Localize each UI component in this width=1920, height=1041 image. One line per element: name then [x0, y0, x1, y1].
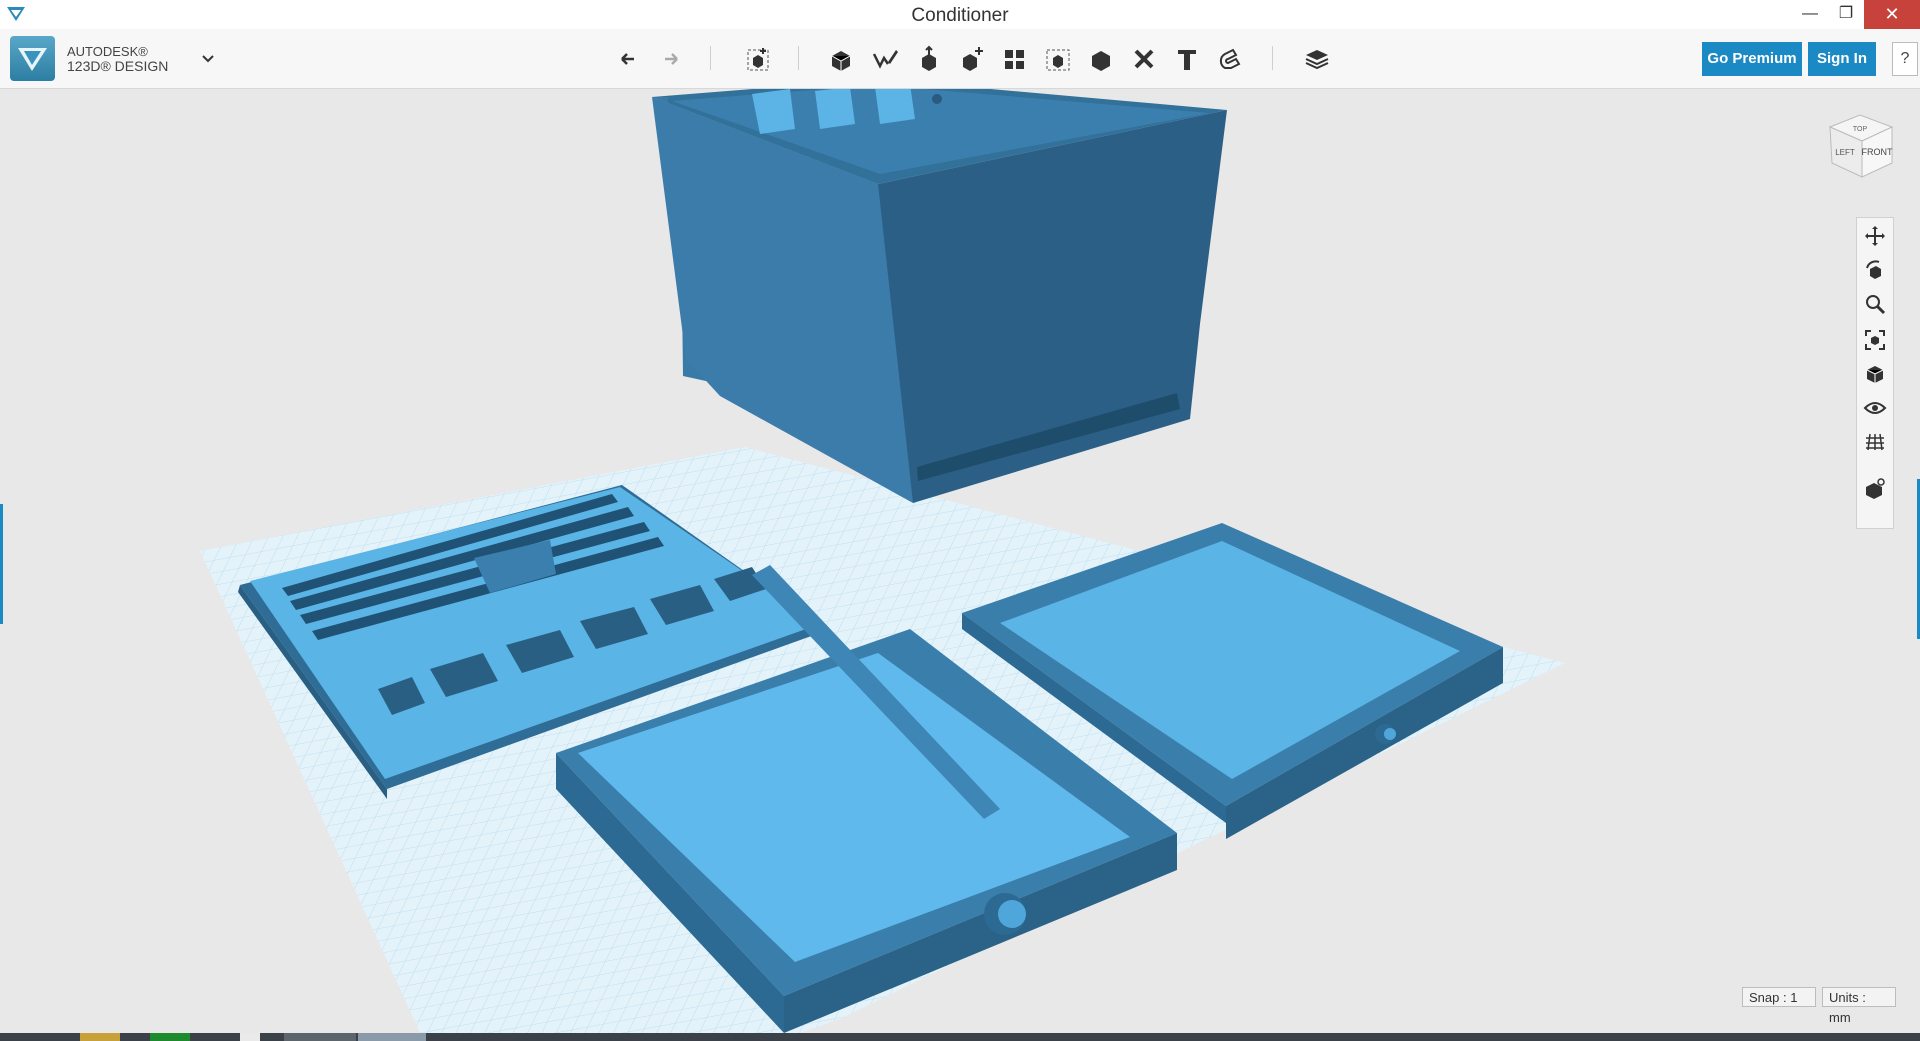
navigation-bar: [1856, 217, 1894, 529]
help-button[interactable]: ?: [1892, 42, 1918, 76]
maximize-button[interactable]: ❐: [1824, 0, 1868, 29]
brand-line-2: 123D® DESIGN: [67, 58, 169, 74]
snap-icon[interactable]: [1215, 44, 1245, 74]
taskbar: [0, 1033, 1920, 1041]
scene-canvas[interactable]: [0, 89, 1920, 1033]
toolbar-separator: [798, 46, 799, 70]
left-panel-tab[interactable]: [0, 504, 3, 624]
viewcube-top-label[interactable]: TOP: [1853, 126, 1868, 133]
brand-text: AUTODESK® 123D® DESIGN: [67, 44, 168, 74]
taskbar-item[interactable]: [358, 1033, 426, 1041]
pan-icon[interactable]: [1863, 224, 1887, 248]
snap-indicator[interactable]: Snap : 1: [1742, 987, 1816, 1007]
orbit-icon[interactable]: [1863, 258, 1887, 282]
app-logo[interactable]: [10, 36, 55, 81]
fit-icon[interactable]: [1863, 328, 1887, 352]
taskbar-item[interactable]: [284, 1033, 356, 1041]
pattern-icon[interactable]: [1000, 44, 1030, 74]
construct-icon[interactable]: [914, 44, 944, 74]
taskbar-item[interactable]: [80, 1033, 120, 1041]
view-mode-icon[interactable]: [1863, 362, 1887, 386]
visibility-icon[interactable]: [1863, 396, 1887, 420]
material-icon[interactable]: [1302, 44, 1332, 74]
measure-icon[interactable]: [1129, 44, 1159, 74]
primitives-icon[interactable]: [826, 44, 856, 74]
sketch-icon[interactable]: [870, 44, 900, 74]
grouping-icon[interactable]: [1043, 44, 1073, 74]
viewcube-front-label[interactable]: FRONT: [1862, 147, 1893, 157]
grid-icon[interactable]: [1863, 430, 1887, 454]
toolbar-separator: [1272, 46, 1273, 70]
brand-line-1: AUTODESK®: [67, 44, 148, 59]
window-title: Conditioner: [911, 5, 1009, 26]
sign-in-button[interactable]: Sign In: [1808, 42, 1876, 76]
text-icon[interactable]: [1172, 44, 1202, 74]
zoom-icon[interactable]: [1863, 292, 1887, 316]
logo-v-icon: [18, 48, 47, 71]
title-bar: Conditioner — ❐ ✕: [0, 0, 1920, 29]
material-icon[interactable]: [1863, 476, 1887, 500]
combine-icon[interactable]: [1086, 44, 1116, 74]
view-cube[interactable]: TOP LEFT FRONT: [1820, 107, 1900, 187]
toolbar-separator: [710, 46, 711, 70]
transform-icon[interactable]: [743, 44, 773, 74]
units-indicator[interactable]: Units : mm: [1822, 987, 1896, 1025]
3d-viewport[interactable]: TOP LEFT FRONT Snap : 1 Units: mm: [0, 89, 1920, 1033]
redo-icon[interactable]: [655, 44, 685, 74]
modify-icon[interactable]: [957, 44, 987, 74]
viewcube-left-label[interactable]: LEFT: [1835, 148, 1855, 157]
taskbar-item[interactable]: [240, 1033, 260, 1041]
taskbar-item[interactable]: [150, 1033, 190, 1041]
undo-icon[interactable]: [614, 44, 644, 74]
main-toolbar: AUTODESK® 123D® DESIGN Go Premium Sign I…: [0, 29, 1920, 89]
model-box[interactable]: [652, 89, 1227, 503]
go-premium-button[interactable]: Go Premium: [1702, 42, 1802, 76]
close-button[interactable]: ✕: [1864, 0, 1920, 29]
chevron-down-icon[interactable]: [200, 51, 216, 65]
